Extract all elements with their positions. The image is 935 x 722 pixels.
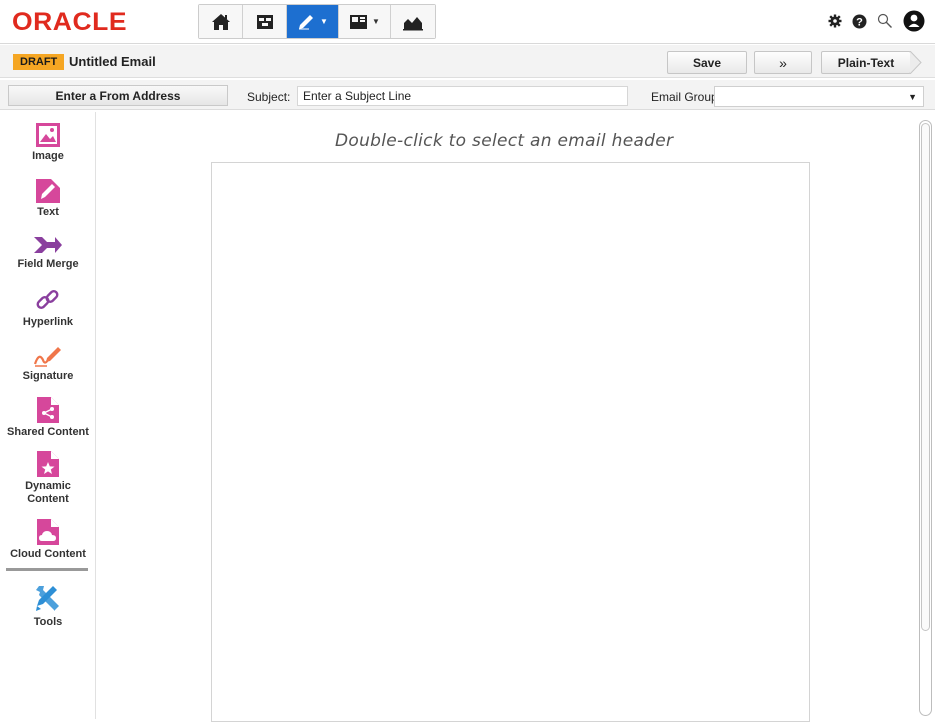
sidebar-item-cloud-content[interactable]: Cloud Content [0, 518, 96, 561]
sidebar-item-image[interactable]: Image [0, 122, 96, 163]
save-button[interactable]: Save [667, 51, 747, 74]
nav-campaign-button[interactable] [243, 5, 287, 38]
plain-text-label: Plain-Text [837, 55, 895, 70]
sidebar-item-signature[interactable]: Signature [0, 342, 96, 383]
reports-icon [403, 16, 423, 30]
assets-icon [350, 14, 368, 29]
dynamic-content-icon [37, 451, 59, 477]
plain-text-button[interactable]: Plain-Text [821, 51, 911, 74]
sidebar-item-label: Hyperlink [22, 316, 74, 328]
sidebar-item-tools[interactable]: Tools [0, 584, 96, 629]
email-title[interactable]: Untitled Email [69, 54, 156, 70]
nav-home-button[interactable] [199, 5, 243, 38]
gear-icon[interactable] [828, 14, 842, 28]
signature-icon [33, 347, 61, 367]
nav-edit-button[interactable]: ▼ [287, 5, 339, 38]
svg-text:?: ? [856, 16, 863, 28]
header-utility-icons: ? [828, 10, 925, 32]
email-title-bar: DRAFT Untitled Email Save » Plain-Text [0, 45, 935, 78]
text-icon [36, 179, 60, 203]
oracle-logo[interactable]: ORACLE [12, 8, 127, 37]
image-icon [36, 123, 60, 147]
top-header: ORACLE ▼ ▼ ? [0, 0, 935, 44]
email-fields-bar: Enter a From Address Subject: Enter a Su… [0, 80, 935, 110]
edit-icon [299, 14, 314, 29]
vertical-scrollbar[interactable] [919, 120, 932, 716]
sidebar-item-dynamic-content[interactable]: Dynamic Content [0, 450, 96, 506]
tools-icon [36, 586, 59, 611]
plain-text-arrow-icon [910, 51, 922, 74]
sidebar-item-field-merge[interactable]: Field Merge [0, 234, 96, 271]
sidebar-item-hyperlink[interactable]: Hyperlink [0, 286, 96, 329]
status-badge: DRAFT [13, 54, 65, 70]
sidebar-item-label: Field Merge [17, 258, 79, 270]
chevron-down-icon: ▼ [320, 17, 328, 26]
main-nav: ▼ ▼ [198, 4, 436, 39]
sidebar-item-label: Tools [33, 616, 63, 628]
from-address-button[interactable]: Enter a From Address [8, 85, 228, 106]
campaign-icon [256, 14, 273, 29]
field-merge-icon [34, 237, 62, 253]
email-header-hint[interactable]: Double-click to select an email header [335, 131, 673, 151]
sidebar-item-shared-content[interactable]: Shared Content [0, 396, 96, 439]
email-group-label: Email Group: [651, 90, 722, 104]
shared-content-icon [37, 397, 59, 423]
scrollbar-thumb[interactable] [921, 123, 930, 631]
nav-reports-button[interactable] [391, 5, 435, 38]
sidebar-item-label: Signature [22, 370, 74, 382]
email-group-select[interactable]: ▼ [714, 86, 924, 107]
sidebar-item-text[interactable]: Text [0, 178, 96, 219]
sidebar-item-label: Cloud Content [10, 548, 86, 560]
user-icon[interactable] [903, 10, 925, 32]
search-icon[interactable] [877, 13, 893, 29]
more-actions-button[interactable]: » [754, 51, 812, 74]
subject-label: Subject: [247, 90, 291, 104]
cloud-content-icon [37, 519, 59, 545]
tools-sidebar: Image Text Field Merge Hyperlink Signatu… [0, 112, 96, 719]
email-body-canvas[interactable] [211, 162, 810, 722]
sidebar-divider [6, 568, 88, 571]
help-icon[interactable]: ? [852, 14, 867, 29]
hyperlink-icon [36, 290, 59, 309]
chevron-down-icon: ▼ [908, 92, 917, 102]
sidebar-item-label: Shared Content [7, 426, 89, 438]
home-icon [211, 13, 230, 30]
sidebar-item-label: Dynamic Content [25, 480, 71, 505]
subject-input[interactable]: Enter a Subject Line [297, 86, 628, 106]
nav-assets-button[interactable]: ▼ [339, 5, 391, 38]
sidebar-item-label: Image [32, 150, 64, 162]
chevron-down-icon: ▼ [372, 17, 380, 26]
sidebar-item-label: Text [37, 206, 59, 218]
